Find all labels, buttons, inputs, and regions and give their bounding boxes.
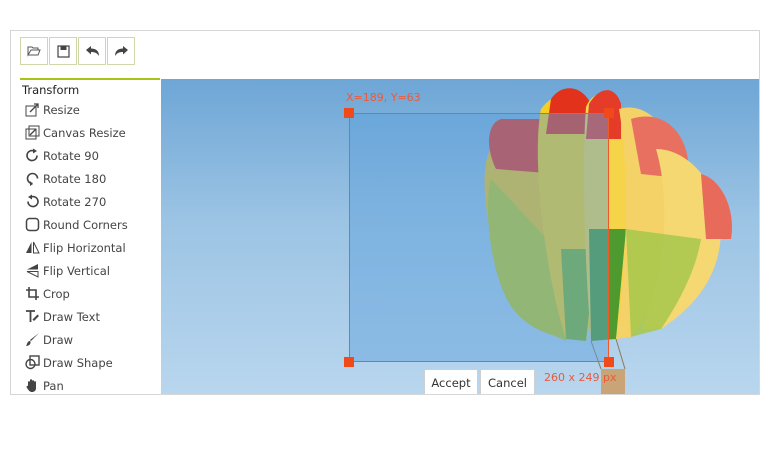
tool-label: Round Corners — [43, 217, 128, 232]
tool-rotate-90[interactable]: Rotate 90 — [20, 144, 160, 167]
draw-icon — [24, 332, 40, 348]
undo-button[interactable] — [78, 37, 106, 65]
flip-vertical-icon — [24, 263, 40, 279]
tool-draw-shape[interactable]: Draw Shape — [20, 351, 160, 374]
tool-rotate-180[interactable]: Rotate 180 — [20, 167, 160, 190]
tool-label: Draw Shape — [43, 355, 113, 370]
tool-crop[interactable]: Crop — [20, 282, 160, 305]
tool-label: Crop — [43, 286, 70, 301]
image-editor: Transform Resize Canvas Resize Rotate 90… — [10, 30, 760, 395]
tool-label: Rotate 90 — [43, 148, 99, 163]
draw-shape-icon — [24, 355, 40, 371]
crop-size-label: 260 x 249 px — [544, 371, 617, 384]
open-icon — [27, 45, 41, 57]
tool-round-corners[interactable]: Round Corners — [20, 213, 160, 236]
tool-sidebar: Transform Resize Canvas Resize Rotate 90… — [20, 78, 160, 394]
tool-label: Resize — [43, 102, 80, 117]
save-icon — [56, 44, 70, 58]
tool-draw-text[interactable]: Draw Text — [20, 305, 160, 328]
sidebar-title: Transform — [22, 83, 80, 97]
tool-resize[interactable]: Resize — [20, 98, 160, 121]
resize-icon — [24, 102, 40, 118]
crop-handle-bottom-right[interactable] — [604, 357, 614, 367]
draw-text-icon — [24, 309, 40, 325]
tool-label: Flip Vertical — [43, 263, 111, 278]
crop-icon — [24, 286, 40, 302]
crop-selection[interactable] — [349, 113, 609, 362]
tool-label: Rotate 270 — [43, 194, 107, 209]
redo-button[interactable] — [107, 37, 135, 65]
tool-canvas-resize[interactable]: Canvas Resize — [20, 121, 160, 144]
tool-label: Draw Text — [43, 309, 100, 324]
flip-horizontal-icon — [24, 240, 40, 256]
crop-handle-bottom-left[interactable] — [344, 357, 354, 367]
tool-label: Draw — [43, 332, 74, 347]
undo-icon — [85, 45, 100, 57]
tool-pan[interactable]: Pan — [20, 374, 160, 394]
tool-flip-horizontal[interactable]: Flip Horizontal — [20, 236, 160, 259]
toolbar — [20, 37, 136, 65]
crop-position-label: X=189, Y=63 — [346, 91, 421, 104]
save-button[interactable] — [49, 37, 77, 65]
pan-icon — [24, 378, 40, 394]
tool-label: Flip Horizontal — [43, 240, 126, 255]
tool-label: Canvas Resize — [43, 125, 126, 140]
tool-draw[interactable]: Draw — [20, 328, 160, 351]
open-button[interactable] — [20, 37, 48, 65]
crop-handle-top-left[interactable] — [344, 108, 354, 118]
redo-icon — [114, 45, 129, 57]
tool-label: Pan — [43, 378, 64, 393]
image-canvas[interactable]: X=189, Y=63 260 x 249 px Accept Cancel — [161, 79, 759, 394]
cancel-button[interactable]: Cancel — [480, 369, 535, 394]
rotate-180-icon — [24, 171, 40, 187]
accept-button[interactable]: Accept — [424, 369, 478, 394]
tool-flip-vertical[interactable]: Flip Vertical — [20, 259, 160, 282]
tool-label: Rotate 180 — [43, 171, 107, 186]
tool-rotate-270[interactable]: Rotate 270 — [20, 190, 160, 213]
rotate-270-icon — [24, 194, 40, 210]
round-corners-icon — [24, 217, 40, 233]
canvas-resize-icon — [24, 125, 40, 141]
rotate-90-icon — [24, 148, 40, 164]
crop-handle-top-right[interactable] — [604, 108, 614, 118]
